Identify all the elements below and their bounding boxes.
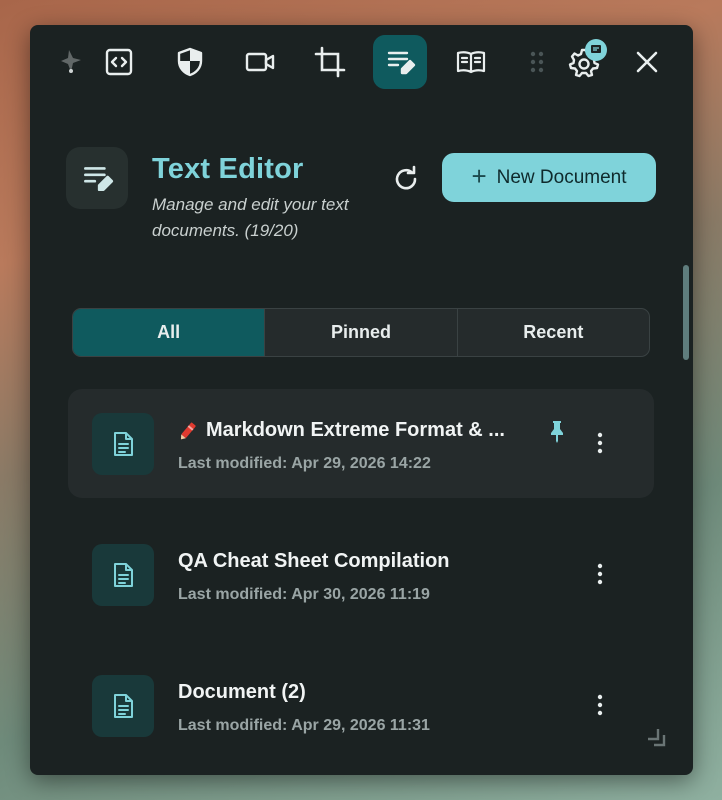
document-item[interactable]: Document (2) Last modified: Apr 29, 2026… [68, 651, 654, 760]
text-editor-icon[interactable] [373, 35, 427, 89]
settings-icon[interactable] [557, 35, 611, 89]
scrollbar-thumb[interactable] [683, 265, 689, 360]
filter-tabs: All Pinned Recent [72, 308, 650, 357]
close-icon[interactable] [620, 35, 674, 89]
document-modified-date: Last modified: Apr 30, 2026 11:19 [178, 586, 430, 603]
tab-recent[interactable]: Recent [458, 309, 649, 356]
more-options-icon[interactable] [586, 691, 614, 719]
new-document-label: New Document [496, 166, 627, 188]
book-icon[interactable] [444, 35, 498, 89]
refresh-icon[interactable] [390, 163, 422, 195]
header-text-editor-icon [66, 147, 128, 209]
more-options-icon[interactable] [586, 429, 614, 457]
document-title: QA Cheat Sheet Compilation [178, 550, 450, 572]
document-title: Document (2) [178, 681, 306, 703]
document-icon [92, 413, 154, 475]
page-title: Text Editor [152, 153, 304, 185]
shield-icon[interactable] [163, 35, 217, 89]
code-icon[interactable] [92, 35, 146, 89]
plus-icon: + [471, 161, 487, 191]
tab-all[interactable]: All [73, 309, 266, 356]
logo-icon[interactable] [44, 35, 98, 89]
tab-pinned[interactable]: Pinned [265, 309, 458, 356]
video-camera-icon[interactable] [233, 35, 287, 89]
notification-badge-icon [585, 39, 607, 61]
crayon-emoji-icon [180, 422, 196, 439]
text-editor-window: Text Editor Manage and edit your text do… [30, 25, 693, 775]
more-options-icon[interactable] [586, 560, 614, 588]
drag-handle-icon[interactable] [526, 49, 548, 75]
crop-icon[interactable] [303, 35, 357, 89]
document-icon [92, 544, 154, 606]
toolbar [30, 25, 693, 99]
document-icon [92, 675, 154, 737]
document-title: Markdown Extreme Format & ... [178, 419, 505, 442]
document-modified-date: Last modified: Apr 29, 2026 11:31 [178, 717, 430, 734]
document-item[interactable]: Markdown Extreme Format & ... Last modif… [68, 389, 654, 498]
new-document-button[interactable]: + New Document [442, 153, 656, 202]
page-subtitle: Manage and edit your text documents. (19… [152, 195, 349, 240]
resize-handle-icon[interactable] [644, 725, 668, 749]
document-item[interactable]: QA Cheat Sheet Compilation Last modified… [68, 520, 654, 629]
pin-icon[interactable] [546, 419, 568, 443]
document-modified-date: Last modified: Apr 29, 2026 14:22 [178, 455, 431, 472]
